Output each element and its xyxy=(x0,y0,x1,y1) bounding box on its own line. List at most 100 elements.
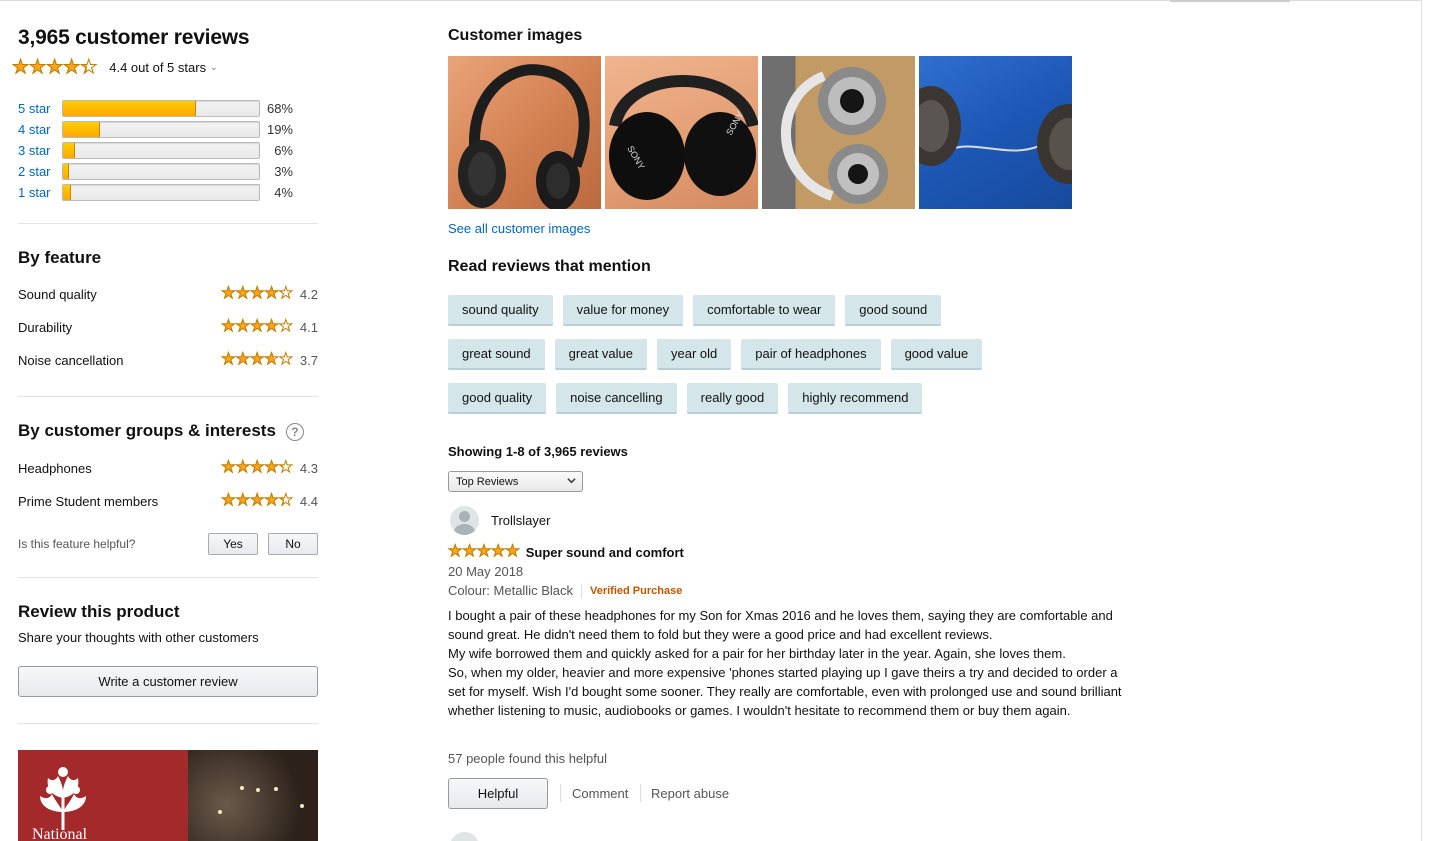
review-paragraph: My wife borrowed them and quickly asked … xyxy=(448,646,1066,661)
mention-chip[interactable]: highly recommend xyxy=(788,383,923,414)
mention-chip[interactable]: pair of headphones xyxy=(741,339,881,370)
star-icon: ★★ xyxy=(264,318,279,335)
customer-image[interactable] xyxy=(762,56,915,209)
customer-image[interactable] xyxy=(919,56,1072,209)
avatar[interactable] xyxy=(450,832,479,841)
divider xyxy=(18,223,318,224)
star-icon: ★★ xyxy=(221,492,236,509)
helpful-count: 57 people found this helpful xyxy=(448,751,608,766)
review-title[interactable]: Super sound and comfort xyxy=(526,545,684,560)
overall-rating[interactable]: ★★★★★★★★★★ 4.4 out of 5 stars ⌄ xyxy=(11,57,217,78)
histogram-label[interactable]: 2 star xyxy=(18,164,62,179)
sort-selected-value: Top Reviews xyxy=(456,475,519,488)
star-icon: ★★ xyxy=(491,543,506,560)
review-meta: Colour: Metallic Black Verified Purchase xyxy=(448,583,682,598)
no-button[interactable]: No xyxy=(268,533,318,555)
histogram-label[interactable]: 5 star xyxy=(18,101,62,116)
write-review-button[interactable]: Write a customer review xyxy=(18,666,318,697)
comment-link[interactable]: Comment xyxy=(572,786,628,801)
histogram-label[interactable]: 1 star xyxy=(18,185,62,200)
histogram-bar-fill xyxy=(63,185,71,200)
star-icon: ★★ xyxy=(264,285,279,302)
histogram-percent[interactable]: 6% xyxy=(260,143,293,158)
avatar-head xyxy=(459,511,470,522)
star-icon: ★★ xyxy=(221,351,236,368)
histogram-bar[interactable] xyxy=(62,142,260,159)
mention-chip[interactable]: sound quality xyxy=(448,295,553,326)
histogram-row-3[interactable]: 3 star 6% xyxy=(18,140,318,161)
mention-chip[interactable]: great value xyxy=(554,339,647,370)
review-paragraph: So, when my older, heavier and more expe… xyxy=(448,665,1122,718)
headphones-photo xyxy=(780,67,888,204)
banner-brand-text: National xyxy=(32,826,88,841)
mention-chip[interactable]: year old xyxy=(657,339,732,370)
histogram-bar[interactable] xyxy=(62,163,260,180)
feature-name: Durability xyxy=(18,319,73,335)
customer-image[interactable] xyxy=(448,56,601,209)
divider xyxy=(640,784,641,802)
mention-chip[interactable]: good value xyxy=(890,339,983,370)
histogram-bar[interactable] xyxy=(62,184,260,201)
review-body: I bought a pair of these headphones for … xyxy=(448,606,1138,720)
helpful-button[interactable]: Helpful xyxy=(448,778,548,809)
review-title-row: ★ ★ ★ ★ ★ ★ ★ ★ ★ ★ Super sound and comfort xyxy=(447,543,684,560)
star-icon: ★★ xyxy=(476,543,492,560)
star-icon: ★★ xyxy=(221,318,236,335)
feature-row: Noise cancellation ★★★★★★★★★★ 3.7 xyxy=(18,350,318,370)
sort-select[interactable]: Top Reviews xyxy=(448,471,583,492)
star-icon: ★★ xyxy=(235,351,250,368)
star-icon: ★★ xyxy=(278,459,293,476)
histogram-row-1[interactable]: 1 star 4% xyxy=(18,182,318,203)
divider xyxy=(18,396,318,397)
star-icon: ★★ xyxy=(235,285,250,302)
feature-row: Sound quality ★★★★★★★★★★ 4.2 xyxy=(18,284,318,304)
review-variant[interactable]: Colour: Metallic Black xyxy=(448,583,573,598)
feature-helpful-question: Is this feature helpful? xyxy=(18,537,136,551)
see-all-images-link[interactable]: See all customer images xyxy=(448,221,590,236)
star-icon: ★★ xyxy=(235,459,250,476)
star-icon: ★★ xyxy=(278,318,293,335)
overall-stars: ★★★★★★★★★★ xyxy=(11,57,98,78)
mention-chip[interactable]: good sound xyxy=(845,295,942,326)
banner-photo xyxy=(188,750,318,841)
customer-image-strip: SONY SONY xyxy=(448,56,1072,209)
banner-logo-panel: National xyxy=(18,750,188,841)
mention-chip[interactable]: good quality xyxy=(448,383,547,414)
report-abuse-link[interactable]: Report abuse xyxy=(651,786,729,801)
mention-chip[interactable]: value for money xyxy=(562,295,684,326)
divider xyxy=(581,583,582,598)
histogram-percent[interactable]: 4% xyxy=(260,185,293,200)
histogram-bar[interactable] xyxy=(62,100,260,117)
review-author[interactable]: Trollslayer xyxy=(491,513,550,528)
histogram-label[interactable]: 3 star xyxy=(18,143,62,158)
help-icon[interactable]: ? xyxy=(285,422,304,441)
avatar[interactable] xyxy=(450,506,479,535)
review-stars[interactable]: ★ ★ ★ ★ ★ ★ ★ ★ ★ ★ xyxy=(447,543,520,560)
customer-image[interactable]: SONY SONY xyxy=(605,56,758,209)
light-dot xyxy=(240,786,244,790)
mention-chip[interactable]: comfortable to wear xyxy=(693,295,836,326)
mention-chip[interactable]: great sound xyxy=(448,339,545,370)
histogram-bar[interactable] xyxy=(62,121,260,138)
histogram-percent[interactable]: 19% xyxy=(260,122,293,137)
review-product-heading: Review this product xyxy=(18,602,180,621)
histogram-bar-fill xyxy=(63,122,101,137)
mention-chip[interactable]: noise cancelling xyxy=(556,383,677,414)
group-name: Prime Student members xyxy=(18,493,159,509)
histogram-percent[interactable]: 3% xyxy=(260,164,293,179)
yes-button[interactable]: Yes xyxy=(208,533,258,555)
histogram-percent[interactable]: 68% xyxy=(260,101,293,116)
histogram-row-5[interactable]: 5 star 68% xyxy=(18,98,318,119)
divider xyxy=(18,577,318,578)
histogram-row-2[interactable]: 2 star 3% xyxy=(18,161,318,182)
histogram-label[interactable]: 4 star xyxy=(18,122,62,137)
mention-chip[interactable]: really good xyxy=(686,383,779,414)
sponsored-banner[interactable]: National xyxy=(18,750,318,841)
star-icon: ★★ xyxy=(80,57,98,78)
headphones-photo: SONY SONY xyxy=(609,75,758,200)
star-icon: ★★ xyxy=(505,543,520,560)
avatar-body xyxy=(454,524,475,535)
histogram-row-4[interactable]: 4 star 19% xyxy=(18,119,318,140)
star-icon: ★★ xyxy=(249,318,265,335)
star-icon: ★★ xyxy=(447,543,463,560)
